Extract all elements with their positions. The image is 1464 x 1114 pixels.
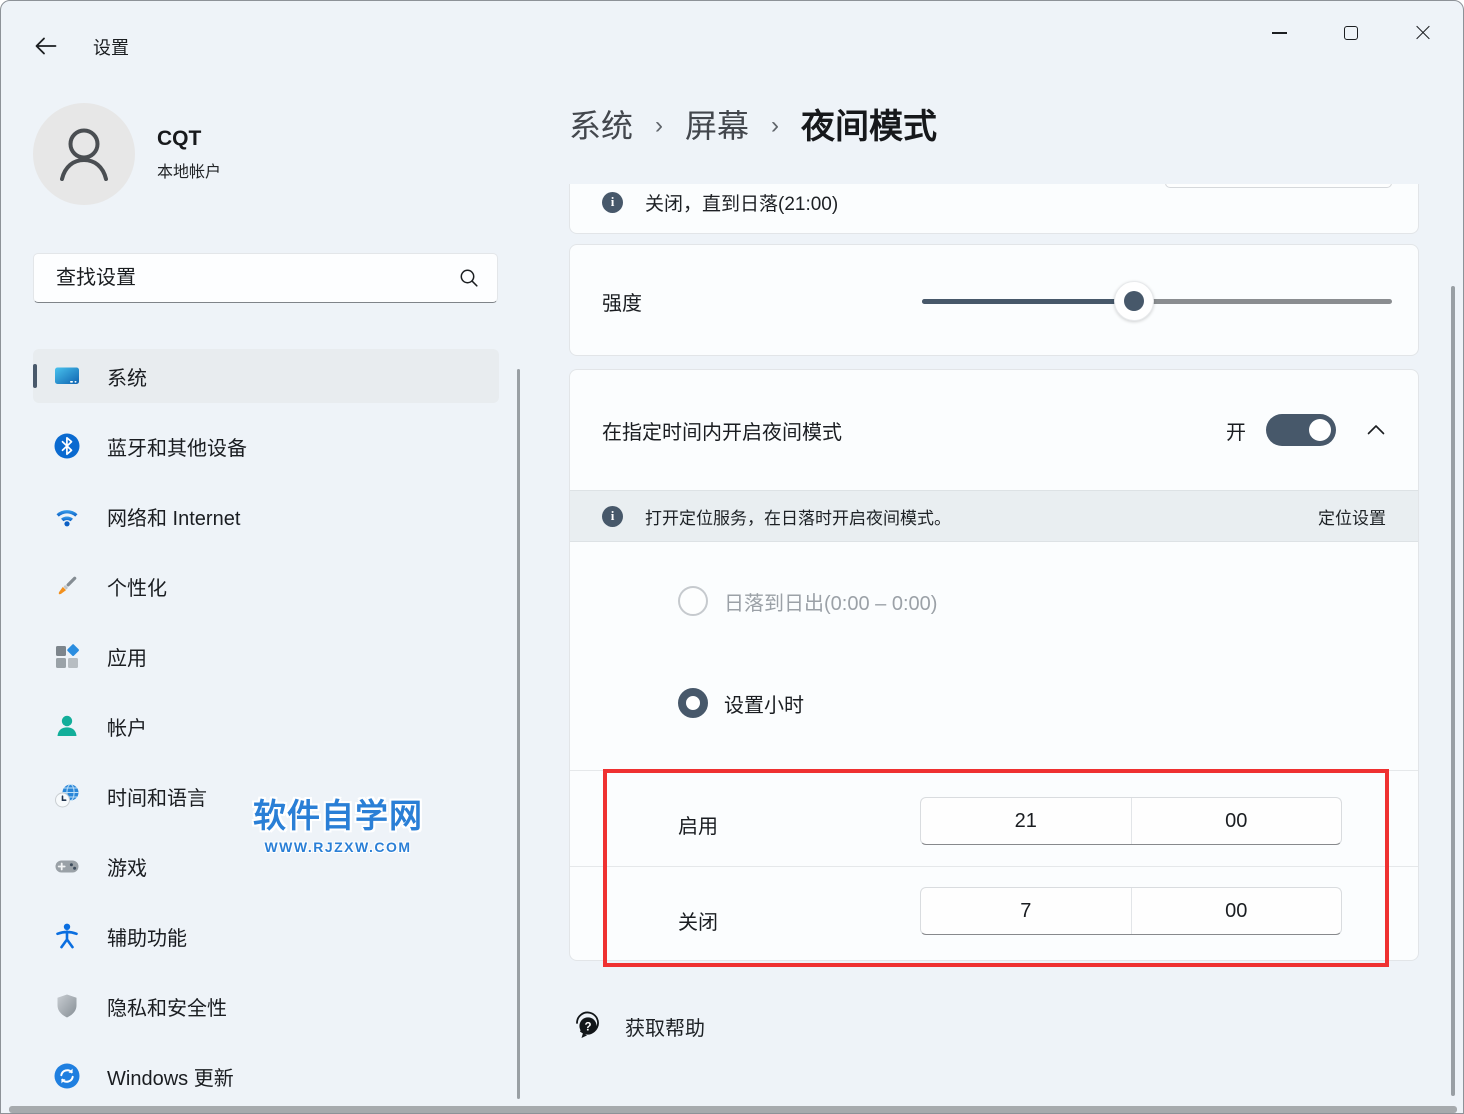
sidebar-item-label: 辅助功能 bbox=[107, 922, 187, 951]
turn-on-time-picker: 21 00 bbox=[920, 797, 1342, 845]
sidebar-item-label: 隐私和安全性 bbox=[107, 992, 227, 1021]
divider bbox=[570, 770, 1418, 771]
radio-sunset-label: 日落到日出(0:00 – 0:00) bbox=[724, 587, 937, 616]
windows-update-icon bbox=[53, 1062, 81, 1090]
turn-off-label: 关闭 bbox=[678, 872, 718, 968]
main-panel: 系统 › 屏幕 › 夜间模式 i 关闭，直到日落(21:00) 强度 bbox=[569, 1, 1419, 1114]
page-title: 夜间模式 bbox=[801, 99, 937, 148]
info-icon: i bbox=[602, 506, 623, 527]
search-icon bbox=[457, 266, 481, 290]
sidebar-nav: 系统 蓝牙和其他设备 网络和 Internet bbox=[33, 349, 499, 1114]
sidebar-item-label: 帐户 bbox=[107, 712, 147, 741]
location-settings-link[interactable]: 定位设置 bbox=[1318, 504, 1386, 529]
turn-on-minute[interactable]: 00 bbox=[1132, 798, 1342, 844]
slider-thumb[interactable] bbox=[1114, 281, 1154, 321]
account-card[interactable]: CQT 本地帐户 bbox=[33, 103, 221, 205]
sidebar-item-label: 蓝牙和其他设备 bbox=[107, 432, 247, 461]
help-icon: ? bbox=[571, 1009, 603, 1043]
account-name: CQT bbox=[157, 127, 221, 151]
account-type: 本地帐户 bbox=[157, 158, 221, 182]
search-input[interactable] bbox=[54, 266, 457, 291]
radio-sunset-to-sunrise: 日落到日出(0:00 – 0:00) bbox=[678, 586, 937, 616]
sidebar-item-system[interactable]: 系统 bbox=[33, 349, 499, 403]
sidebar-item-label: 系统 bbox=[107, 362, 147, 391]
vertical-scrollbar[interactable] bbox=[1451, 286, 1455, 1096]
bluetooth-icon bbox=[53, 432, 81, 460]
sidebar-scrollbar[interactable] bbox=[517, 369, 520, 1099]
schedule-card: 在指定时间内开启夜间模式 开 i 打开定位服务，在日落时开启夜间模式。 定位设置… bbox=[569, 369, 1419, 961]
privacy-icon bbox=[53, 992, 81, 1020]
games-icon bbox=[53, 852, 81, 880]
night-light-status-card: i 关闭，直到日落(21:00) bbox=[569, 184, 1419, 234]
collapse-chevron[interactable] bbox=[1366, 424, 1386, 436]
radio-off-icon bbox=[678, 586, 708, 616]
system-icon bbox=[53, 362, 81, 390]
location-info-text: 打开定位服务，在日落时开启夜间模式。 bbox=[645, 504, 951, 529]
night-light-status-text: 关闭，直到日落(21:00) bbox=[645, 189, 838, 216]
strength-slider[interactable] bbox=[922, 245, 1392, 357]
sidebar-item-label: 游戏 bbox=[107, 852, 147, 881]
sidebar-item-label: 网络和 Internet bbox=[107, 502, 240, 531]
turn-off-time-picker: 7 00 bbox=[920, 887, 1342, 935]
turn-off-hour[interactable]: 7 bbox=[921, 888, 1132, 934]
breadcrumb: 系统 › 屏幕 › 夜间模式 bbox=[569, 99, 937, 148]
sidebar-item-label: Windows 更新 bbox=[107, 1062, 234, 1091]
toggle-knob bbox=[1309, 419, 1331, 441]
person-icon bbox=[33, 103, 135, 205]
sidebar-item-personalization[interactable]: 个性化 bbox=[33, 559, 499, 613]
selected-accent-pill bbox=[33, 364, 37, 388]
turn-off-minute[interactable]: 00 bbox=[1132, 888, 1342, 934]
turn-on-hour[interactable]: 21 bbox=[921, 798, 1132, 844]
back-button[interactable] bbox=[29, 29, 63, 63]
svg-text:?: ? bbox=[584, 1021, 591, 1033]
settings-window: 设置 CQT 本地帐户 bbox=[0, 0, 1464, 1114]
radio-set-hours[interactable]: 设置小时 bbox=[678, 688, 804, 718]
get-help-label: 获取帮助 bbox=[625, 1012, 705, 1041]
breadcrumb-display[interactable]: 屏幕 bbox=[685, 101, 749, 147]
breadcrumb-separator: › bbox=[655, 108, 663, 140]
avatar bbox=[33, 103, 135, 205]
sidebar-item-label: 时间和语言 bbox=[107, 782, 207, 811]
sidebar-item-windows-update[interactable]: Windows 更新 bbox=[33, 1049, 499, 1103]
accounts-icon bbox=[53, 712, 81, 740]
sidebar-item-accessibility[interactable]: 辅助功能 bbox=[33, 909, 499, 963]
radio-hours-label: 设置小时 bbox=[724, 689, 804, 718]
get-help-link[interactable]: ? 获取帮助 bbox=[571, 1009, 705, 1043]
window-title: 设置 bbox=[93, 34, 129, 60]
sidebar-item-games[interactable]: 游戏 bbox=[33, 839, 499, 893]
sidebar-item-bluetooth[interactable]: 蓝牙和其他设备 bbox=[33, 419, 499, 473]
turn-on-label: 启用 bbox=[678, 776, 718, 872]
info-icon: i bbox=[602, 192, 623, 213]
night-light-dropdown[interactable] bbox=[1165, 184, 1392, 188]
sidebar-item-time-language[interactable]: 时间和语言 bbox=[33, 769, 499, 823]
location-info-strip: i 打开定位服务，在日落时开启夜间模式。 定位设置 bbox=[570, 490, 1418, 542]
schedule-toggle[interactable] bbox=[1266, 414, 1336, 446]
schedule-header[interactable]: 在指定时间内开启夜间模式 开 bbox=[570, 370, 1418, 490]
search-box[interactable] bbox=[33, 253, 498, 303]
breadcrumb-system[interactable]: 系统 bbox=[569, 101, 633, 147]
back-arrow-icon bbox=[33, 33, 59, 59]
strength-label: 强度 bbox=[602, 245, 642, 357]
strength-card: 强度 bbox=[569, 244, 1419, 356]
sidebar-item-apps[interactable]: 应用 bbox=[33, 629, 499, 683]
radio-selected-icon bbox=[678, 688, 708, 718]
divider bbox=[570, 866, 1418, 867]
horizontal-scrollbar[interactable] bbox=[9, 1106, 1457, 1113]
slider-fill bbox=[922, 299, 1134, 304]
toggle-state-label: 开 bbox=[1226, 416, 1246, 445]
accessibility-icon bbox=[53, 922, 81, 950]
sidebar-item-label: 应用 bbox=[107, 642, 147, 671]
time-language-icon bbox=[53, 782, 81, 810]
sidebar-item-privacy[interactable]: 隐私和安全性 bbox=[33, 979, 499, 1033]
network-icon bbox=[53, 502, 81, 530]
schedule-title: 在指定时间内开启夜间模式 bbox=[602, 416, 842, 445]
sidebar-item-network[interactable]: 网络和 Internet bbox=[33, 489, 499, 543]
personalization-icon bbox=[53, 572, 81, 600]
chevron-up-icon bbox=[1366, 424, 1386, 436]
slider-thumb-dot bbox=[1124, 291, 1144, 311]
apps-icon bbox=[53, 642, 81, 670]
breadcrumb-separator: › bbox=[771, 108, 779, 140]
sidebar-item-accounts[interactable]: 帐户 bbox=[33, 699, 499, 753]
sidebar-item-label: 个性化 bbox=[107, 572, 167, 601]
